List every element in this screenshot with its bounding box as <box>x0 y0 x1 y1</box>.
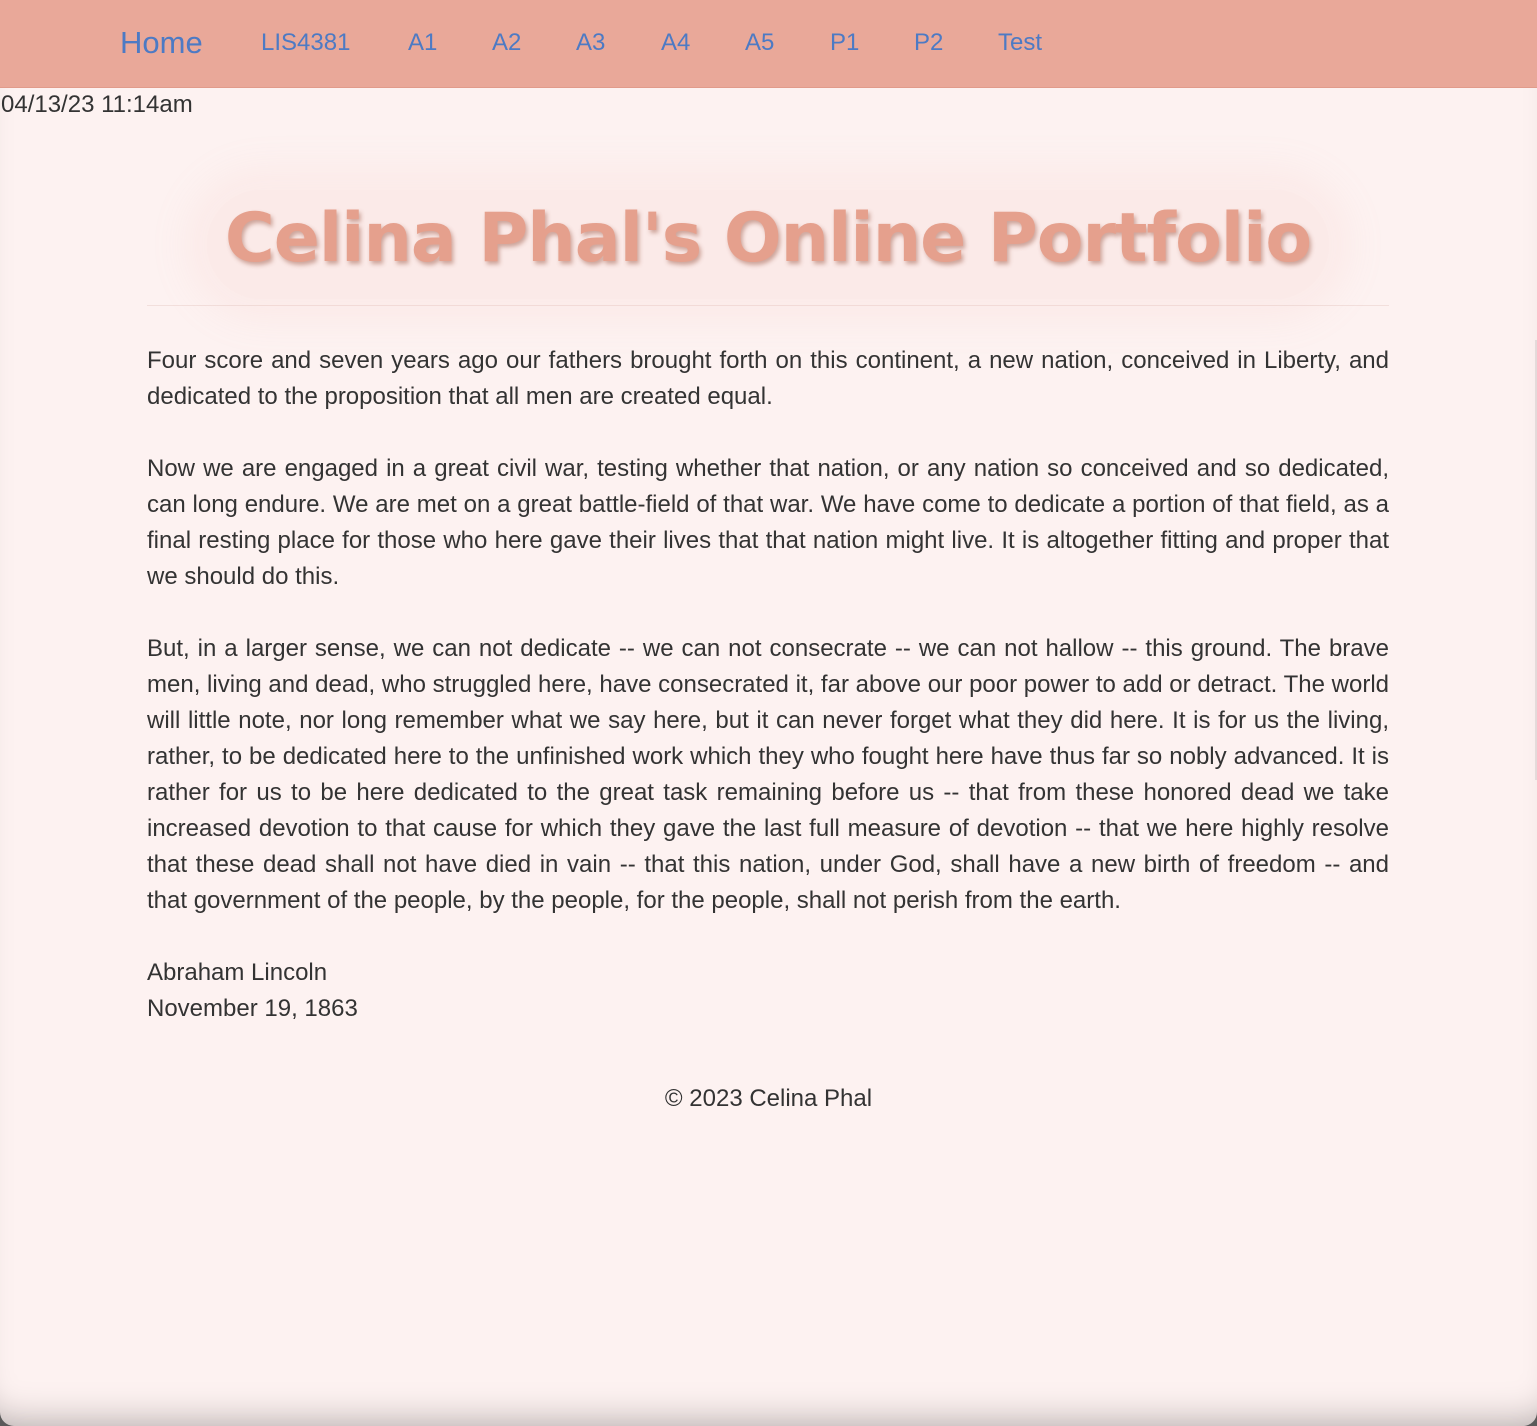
signature-date: November 19, 1863 <box>147 995 358 1022</box>
nav-home-link[interactable]: Home <box>120 0 203 87</box>
page: Home LIS4381 A1 A2 A3 A4 A5 P1 P2 Test 0… <box>0 0 1537 1426</box>
page-header: Celina Phal's Online Portfolio <box>147 170 1389 306</box>
nav-link-p2[interactable]: P2 <box>914 0 943 87</box>
nav-link-lis4381[interactable]: LIS4381 <box>261 0 350 87</box>
navbar: Home LIS4381 A1 A2 A3 A4 A5 P1 P2 Test <box>0 0 1537 88</box>
nav-link-a2[interactable]: A2 <box>492 0 521 87</box>
paragraph-1: Four score and seven years ago our fathe… <box>147 347 1389 410</box>
main-content: Four score and seven years ago our fathe… <box>147 343 1389 1027</box>
paragraph-3: But, in a larger sense, we can not dedic… <box>147 635 1389 914</box>
timestamp: 04/13/23 11:14am <box>1 91 193 118</box>
nav-link-p1[interactable]: P1 <box>830 0 859 87</box>
nav-link-a5[interactable]: A5 <box>745 0 774 87</box>
page-title: Celina Phal's Online Portfolio <box>224 199 1312 278</box>
footer-copyright: © 2023 Celina Phal <box>664 1085 873 1112</box>
signature-author: Abraham Lincoln <box>147 959 328 986</box>
nav-link-a4[interactable]: A4 <box>661 0 690 87</box>
nav-link-a3[interactable]: A3 <box>576 0 605 87</box>
nav-link-test[interactable]: Test <box>998 0 1042 87</box>
paragraph-2: Now we are engaged in a great civil war,… <box>147 455 1389 590</box>
nav-link-a1[interactable]: A1 <box>408 0 437 87</box>
